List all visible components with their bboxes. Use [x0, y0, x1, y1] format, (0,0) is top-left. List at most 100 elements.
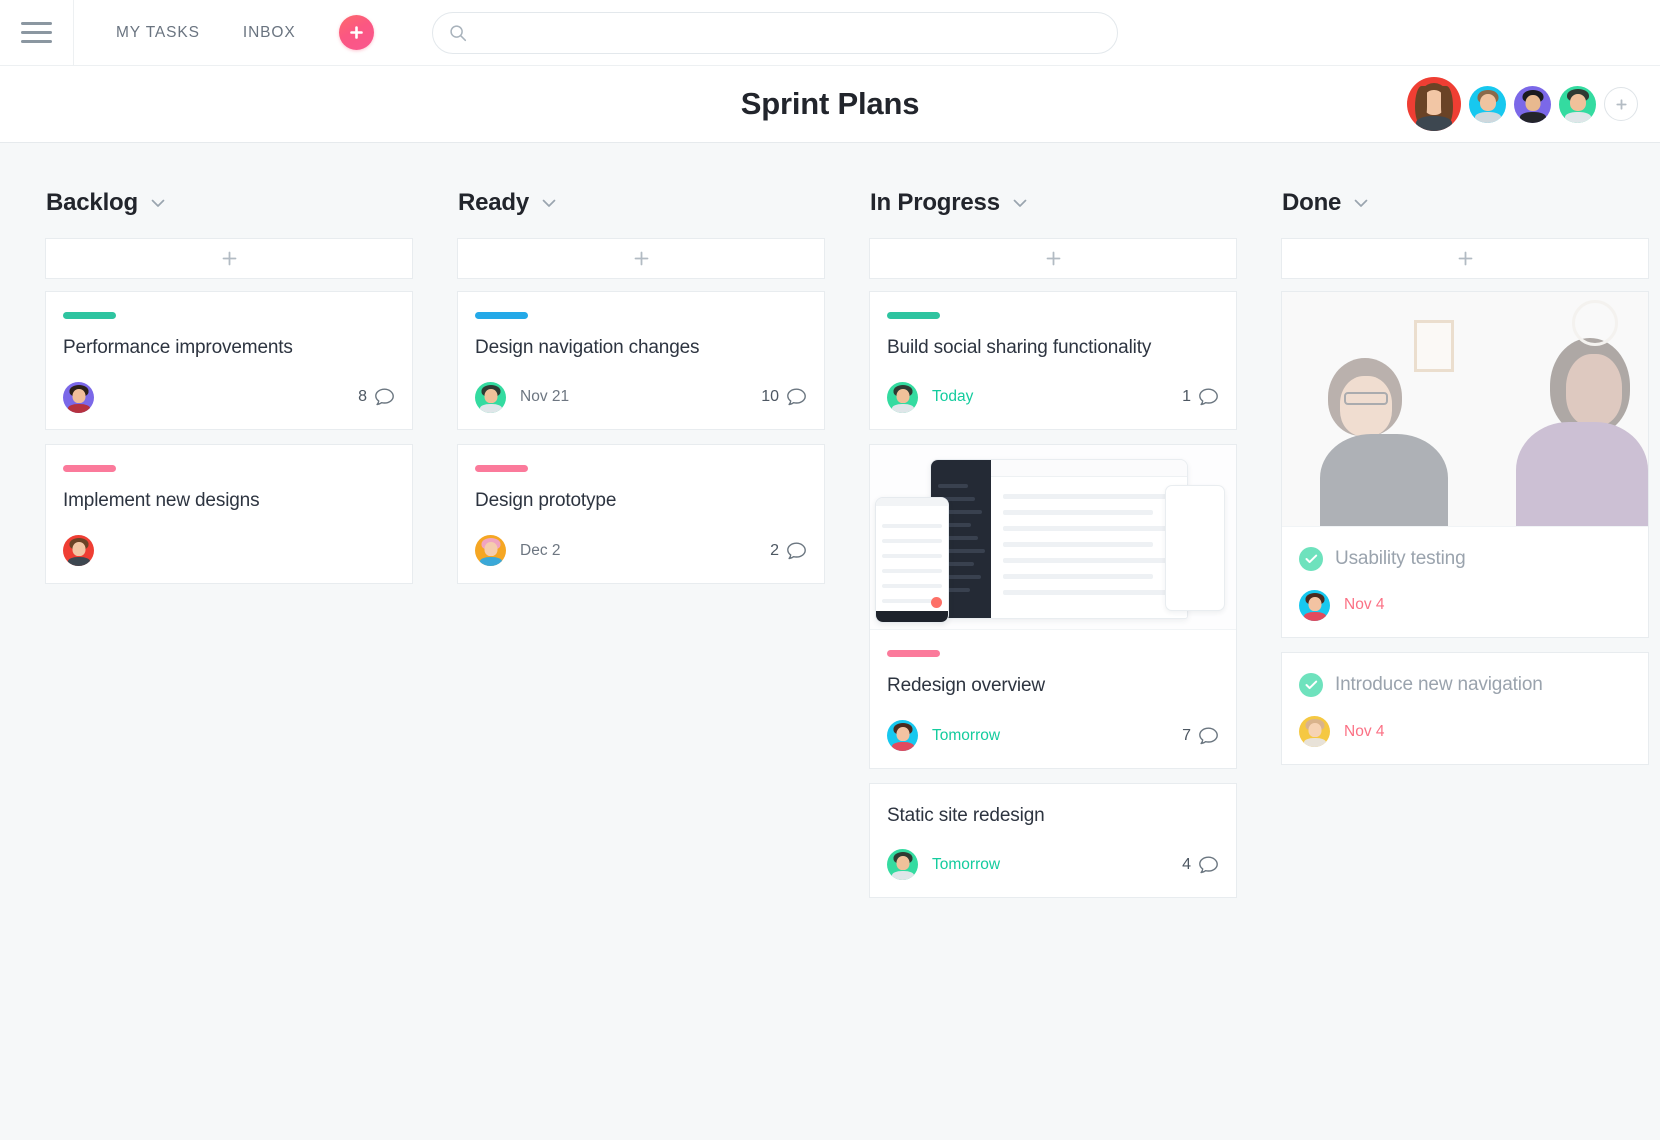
laptop-mockup: [930, 459, 1188, 619]
nav-link-inbox[interactable]: INBOX: [243, 24, 296, 42]
card-footer: Today 1: [887, 381, 1219, 413]
project-header: Sprint Plans: [0, 66, 1660, 143]
check-circle-icon: [1299, 673, 1323, 697]
avatar[interactable]: [1407, 77, 1461, 131]
comment-count-value: 4: [1182, 856, 1191, 874]
card-comment-count[interactable]: 4: [1182, 855, 1219, 875]
search-icon: [449, 24, 467, 42]
card-title: Static site redesign: [887, 804, 1219, 828]
card-title-text: Build social sharing functionality: [887, 337, 1151, 358]
card-comment-count[interactable]: 8: [358, 387, 395, 407]
card-title-text: Introduce new navigation: [1335, 673, 1543, 697]
task-card[interactable]: Performance improvements 8: [45, 291, 413, 430]
card-footer: [63, 535, 395, 567]
add-card-button[interactable]: [45, 238, 413, 279]
card-footer: Tomorrow 7: [887, 720, 1219, 752]
column-title: In Progress: [870, 189, 1000, 217]
quick-add-button[interactable]: [339, 15, 374, 50]
check-circle-icon: [1299, 547, 1323, 571]
card-title: Usability testing: [1299, 547, 1631, 571]
task-card-body: Design navigation changes Nov 21 10: [458, 292, 824, 429]
task-card[interactable]: Implement new designs: [45, 444, 413, 583]
card-due-date: Tomorrow: [932, 727, 1000, 745]
avatar[interactable]: [887, 849, 918, 880]
card-title-text: Implement new designs: [63, 490, 259, 511]
avatar[interactable]: [1559, 86, 1596, 123]
plus-icon: [221, 250, 238, 267]
avatar[interactable]: [475, 382, 506, 413]
card-tag: [475, 465, 528, 472]
card-comment-count[interactable]: 2: [770, 541, 807, 561]
avatar[interactable]: [63, 382, 94, 413]
add-member-button[interactable]: [1604, 87, 1638, 121]
task-card[interactable]: Design navigation changes Nov 21 10: [457, 291, 825, 430]
card-comment-count[interactable]: 7: [1182, 726, 1219, 746]
nav-link-my-tasks[interactable]: MY TASKS: [116, 24, 200, 42]
comment-bubble-icon: [786, 387, 807, 407]
card-title-text: Usability testing: [1335, 547, 1466, 571]
task-card-body: Performance improvements 8: [46, 292, 412, 429]
plus-icon: [348, 24, 365, 41]
task-card[interactable]: Design prototype Dec 2 2: [457, 444, 825, 583]
card-tag: [475, 312, 528, 319]
card-footer: Tomorrow 4: [887, 849, 1219, 881]
tablet-mockup: [1165, 485, 1225, 611]
card-comment-count[interactable]: 10: [761, 387, 807, 407]
card-tag: [63, 465, 116, 472]
card-attachment-image: [870, 445, 1236, 630]
card-due-date: Today: [932, 388, 973, 406]
avatar[interactable]: [1514, 86, 1551, 123]
column-menu-button[interactable]: [151, 199, 165, 208]
card-tag: [887, 312, 940, 319]
avatar[interactable]: [475, 535, 506, 566]
column-menu-button[interactable]: [1354, 199, 1368, 208]
add-card-button[interactable]: [457, 238, 825, 279]
top-navigation-bar: MY TASKS INBOX: [0, 0, 1660, 66]
task-card[interactable]: Introduce new navigation Nov 4: [1281, 652, 1649, 764]
kanban-board: Backlog Performance improvements 8: [0, 143, 1660, 1140]
avatar[interactable]: [887, 382, 918, 413]
card-footer: Nov 4: [1299, 589, 1631, 621]
card-due-date: Nov 4: [1344, 723, 1385, 741]
card-attachment-photo: [1282, 292, 1648, 527]
card-title: Redesign overview: [887, 674, 1219, 698]
add-card-button[interactable]: [1281, 238, 1649, 279]
plus-icon: [1457, 250, 1474, 267]
task-card[interactable]: Usability testing Nov 4: [1281, 291, 1649, 638]
task-card-body: Introduce new navigation Nov 4: [1282, 653, 1648, 763]
column-menu-button[interactable]: [542, 199, 556, 208]
phone-mockup: [875, 497, 949, 623]
task-card[interactable]: Build social sharing functionality Today…: [869, 291, 1237, 430]
board-columns: Backlog Performance improvements 8: [0, 143, 1660, 912]
task-card[interactable]: Static site redesign Tomorrow 4: [869, 783, 1237, 898]
task-card-body: Design prototype Dec 2 2: [458, 445, 824, 582]
search-field[interactable]: [432, 12, 1118, 54]
column-header: Ready: [457, 189, 825, 217]
column-header: Done: [1281, 189, 1649, 217]
board-column: In Progress Build social sharing functio…: [869, 189, 1237, 912]
avatar[interactable]: [887, 720, 918, 751]
card-footer: Nov 21 10: [475, 381, 807, 413]
card-title-text: Redesign overview: [887, 675, 1045, 696]
column-menu-button[interactable]: [1013, 199, 1027, 208]
comment-count-value: 2: [770, 542, 779, 560]
card-title: Design navigation changes: [475, 336, 807, 360]
search-input[interactable]: [477, 24, 1101, 41]
comment-bubble-icon: [374, 387, 395, 407]
task-card[interactable]: Redesign overview Tomorrow 7: [869, 444, 1237, 768]
card-title: Introduce new navigation: [1299, 673, 1631, 697]
card-due-date: Nov 21: [520, 388, 569, 406]
task-card-body: Redesign overview Tomorrow 7: [870, 630, 1236, 767]
column-header: Backlog: [45, 189, 413, 217]
avatar[interactable]: [1299, 716, 1330, 747]
menu-toggle-button[interactable]: [0, 0, 74, 66]
avatar[interactable]: [1299, 590, 1330, 621]
avatar[interactable]: [63, 535, 94, 566]
card-comment-count[interactable]: 1: [1182, 387, 1219, 407]
add-card-button[interactable]: [869, 238, 1237, 279]
chevron-down-icon: [151, 199, 165, 208]
chevron-down-icon: [542, 199, 556, 208]
board-column: Backlog Performance improvements 8: [45, 189, 413, 598]
comment-bubble-icon: [1198, 387, 1219, 407]
avatar[interactable]: [1469, 86, 1506, 123]
